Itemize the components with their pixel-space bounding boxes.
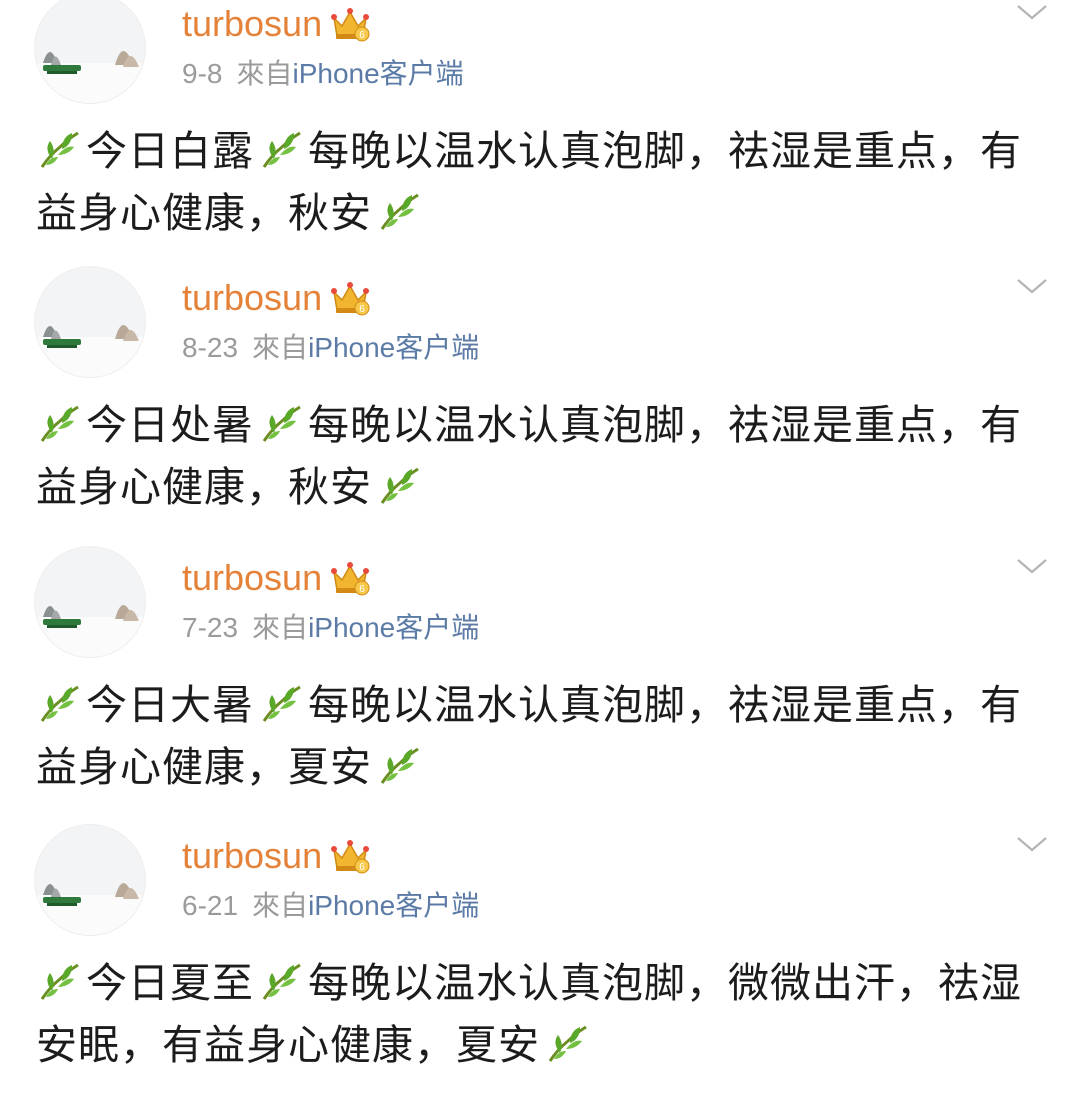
post-text: 今日白露 每晚以温水认真泡脚，祛湿是重点，有益身心健康，秋安 <box>36 120 1046 244</box>
leaf-emoji-icon <box>544 1021 590 1067</box>
weibo-post: turbosun 6 9-8 來自 iPhone客户端 今日白露 每晚以温水认真泡… <box>0 0 1080 268</box>
post-meta: 6-21 來自 iPhone客户端 <box>182 884 479 928</box>
username-text[interactable]: turbosun <box>182 830 322 882</box>
post-text-part1: 今日大暑 <box>86 681 254 729</box>
from-label: 來自 <box>252 332 309 363</box>
chevron-down-icon[interactable] <box>1012 824 1052 864</box>
post-date: 8-23 <box>182 332 239 363</box>
username-text[interactable]: turbosun <box>182 0 322 50</box>
username-text[interactable]: turbosun <box>182 552 322 604</box>
username[interactable]: turbosun 6 <box>182 0 370 50</box>
client-link[interactable]: iPhone客户端 <box>292 52 463 96</box>
post-text-part1: 今日夏至 <box>86 959 254 1007</box>
vip-crown-icon: 6 <box>330 278 370 318</box>
client-link[interactable]: iPhone客户端 <box>308 606 479 650</box>
chevron-down-icon[interactable] <box>1012 0 1052 32</box>
leaf-emoji-icon <box>376 743 422 789</box>
svg-text:6: 6 <box>359 862 365 873</box>
leaf-emoji-icon <box>36 401 82 447</box>
username[interactable]: turbosun 6 <box>182 830 370 882</box>
client-link[interactable]: iPhone客户端 <box>308 884 479 928</box>
chevron-down-icon[interactable] <box>1012 266 1052 306</box>
username-text[interactable]: turbosun <box>182 272 322 324</box>
from-label: 來自 <box>252 890 309 921</box>
svg-text:6: 6 <box>359 304 365 315</box>
weibo-post: turbosun 6 6-21 來自 iPhone客户端 今日夏至 每晚以温水认真… <box>0 824 1080 1100</box>
client-link[interactable]: iPhone客户端 <box>308 326 479 370</box>
avatar[interactable] <box>34 546 146 658</box>
post-meta: 7-23 來自 iPhone客户端 <box>182 606 479 650</box>
from-label: 來自 <box>252 612 309 643</box>
post-text: 今日处暑 每晚以温水认真泡脚，祛湿是重点，有益身心健康，秋安 <box>36 394 1046 518</box>
leaf-emoji-icon <box>258 401 304 447</box>
post-text-part1: 今日处暑 <box>86 401 254 449</box>
post-meta: 8-23 來自 iPhone客户端 <box>182 326 479 370</box>
post-meta: 9-8 來自 iPhone客户端 <box>182 52 464 96</box>
weibo-post: turbosun 6 8-23 來自 iPhone客户端 今日处暑 每晚以温水认真… <box>0 266 1080 542</box>
from-label: 來自 <box>236 58 293 89</box>
leaf-emoji-icon <box>36 959 82 1005</box>
post-text-part1: 今日白露 <box>86 127 254 175</box>
post-text: 今日夏至 每晚以温水认真泡脚，微微出汗，祛湿安眠，有益身心健康，夏安 <box>36 952 1046 1076</box>
svg-text:6: 6 <box>359 584 365 595</box>
post-date: 7-23 <box>182 612 239 643</box>
username[interactable]: turbosun 6 <box>182 272 370 324</box>
leaf-emoji-icon <box>376 189 422 235</box>
leaf-emoji-icon <box>36 127 82 173</box>
leaf-emoji-icon <box>376 463 422 509</box>
vip-crown-icon: 6 <box>330 558 370 598</box>
post-text: 今日大暑 每晚以温水认真泡脚，祛湿是重点，有益身心健康，夏安 <box>36 674 1046 798</box>
weibo-post: turbosun 6 7-23 來自 iPhone客户端 今日大暑 每晚以温水认真… <box>0 546 1080 822</box>
leaf-emoji-icon <box>36 681 82 727</box>
username[interactable]: turbosun 6 <box>182 552 370 604</box>
svg-text:6: 6 <box>359 30 365 41</box>
vip-crown-icon: 6 <box>330 4 370 44</box>
post-date: 9-8 <box>182 58 223 89</box>
leaf-emoji-icon <box>258 959 304 1005</box>
avatar[interactable] <box>34 824 146 936</box>
avatar[interactable] <box>34 266 146 378</box>
avatar[interactable] <box>34 0 146 104</box>
vip-crown-icon: 6 <box>330 836 370 876</box>
post-date: 6-21 <box>182 890 239 921</box>
leaf-emoji-icon <box>258 681 304 727</box>
leaf-emoji-icon <box>258 127 304 173</box>
chevron-down-icon[interactable] <box>1012 546 1052 586</box>
